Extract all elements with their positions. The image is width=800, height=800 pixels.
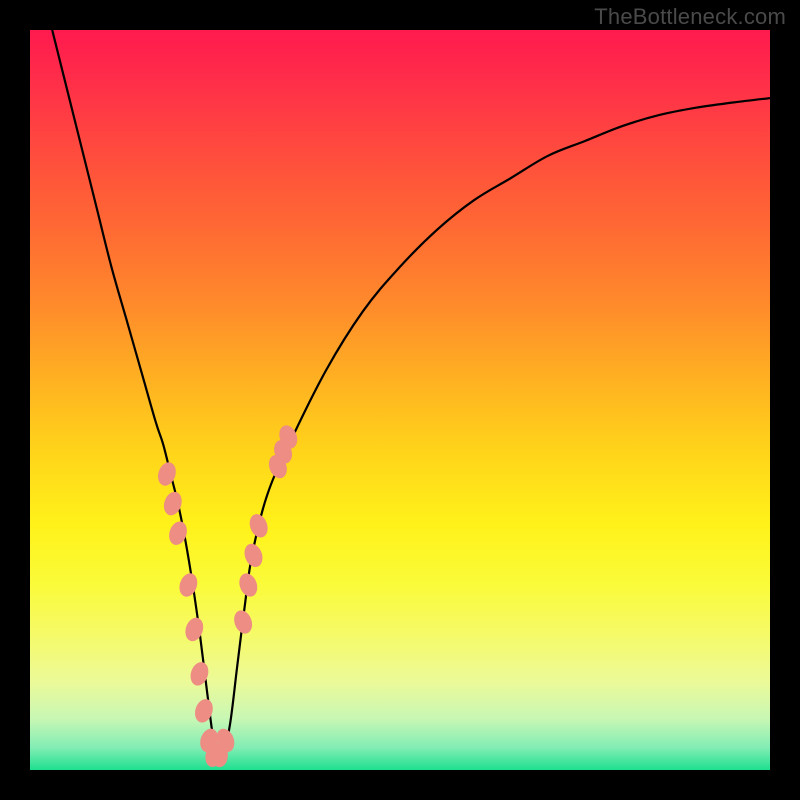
watermark-label: TheBottleneck.com <box>594 4 786 30</box>
curve-marker <box>241 541 265 569</box>
curve-marker <box>177 571 201 599</box>
chart-frame: TheBottleneck.com <box>0 0 800 800</box>
curve-marker <box>231 608 255 636</box>
curve-marker <box>188 660 212 688</box>
curve-marker <box>247 512 271 540</box>
curve-marker <box>236 571 260 599</box>
plot-area <box>30 30 770 770</box>
curve-svg <box>30 30 770 770</box>
curve-marker <box>182 615 206 643</box>
curve-marker <box>192 697 216 725</box>
curve-marker <box>155 460 179 488</box>
bottleneck-curve <box>52 30 770 757</box>
curve-markers <box>155 423 300 769</box>
